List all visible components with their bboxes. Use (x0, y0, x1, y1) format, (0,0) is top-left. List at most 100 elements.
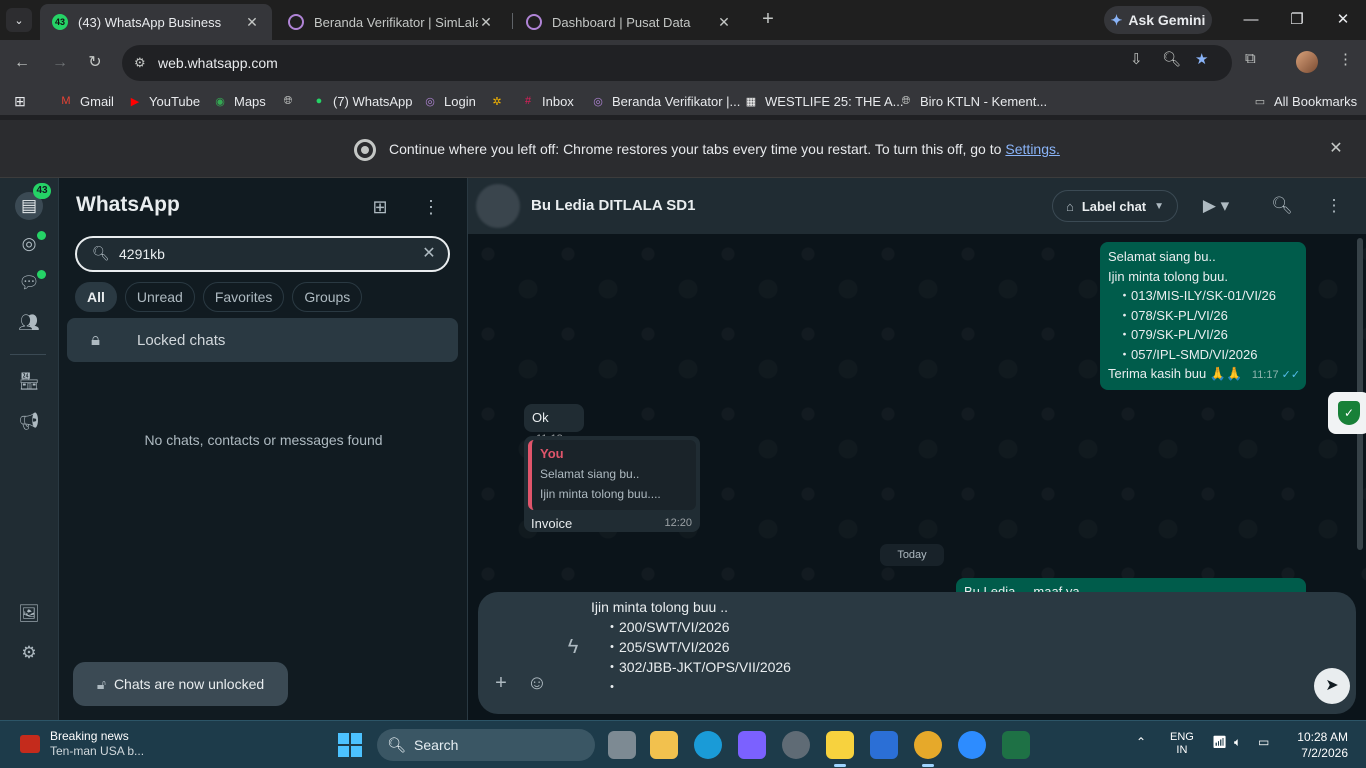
apps-icon[interactable]: ⊞ (12, 92, 34, 110)
back-icon[interactable]: ← (10, 51, 34, 75)
catalog-icon[interactable]: 🏪︎ (17, 370, 41, 394)
bookmark-youtube[interactable]: ▶ YouTube (127, 92, 200, 110)
composer-line: ・205/SWT/VI/2026 (605, 639, 730, 655)
camera-icon[interactable] (782, 731, 810, 759)
quote-author: You (540, 446, 564, 461)
bookmark-maps[interactable]: ◉ Maps (212, 92, 266, 110)
edge-icon[interactable] (694, 731, 722, 759)
site-info-icon[interactable]: ⚙ (134, 55, 150, 71)
chrome-taskbar-icon[interactable] (914, 731, 942, 767)
file-explorer-icon[interactable] (650, 731, 678, 759)
media-icon[interactable]: 🖼︎ (17, 602, 41, 626)
browser-tab-strip: ⌄ 43 (43) WhatsApp Business ✕ Beranda Ve… (0, 0, 1366, 40)
close-window-icon[interactable]: ✕ (1328, 8, 1358, 32)
profile-avatar[interactable] (1296, 51, 1318, 73)
minimize-icon[interactable]: — (1236, 8, 1266, 32)
message-incoming[interactable]: Ok 11:18 (524, 404, 584, 445)
address-bar[interactable]: ⚙ web.whatsapp.com (122, 45, 1232, 81)
app-icon[interactable] (738, 731, 766, 759)
bookmark-biro-ktln[interactable]: 🌐︎ Biro KTLN - Kement... (898, 92, 1048, 110)
contact-name[interactable]: Bu Ledia DITLALA SD1 (531, 197, 695, 214)
clear-search-icon[interactable]: ✕ (419, 243, 439, 263)
filter-unread[interactable]: Unread (124, 282, 195, 312)
bookmark-inbox[interactable]: # Inbox (520, 92, 574, 110)
bookmark-pinwheel[interactable]: ✲ (489, 92, 511, 110)
zoom-app-icon[interactable] (958, 731, 986, 759)
tray-overflow-icon[interactable]: ⌃ (1136, 735, 1146, 749)
bookmark-star-icon[interactable]: ★ (1195, 50, 1208, 68)
simlala-tab-icon (526, 14, 542, 30)
extensions-icon[interactable]: ⧉ (1245, 50, 1256, 67)
bookmark-gmail[interactable]: M Gmail (58, 92, 114, 110)
infobar-close-icon[interactable]: ✕ (1326, 138, 1346, 158)
outlook-icon[interactable] (870, 731, 898, 759)
filter-favorites[interactable]: Favorites (202, 282, 285, 312)
folder-icon: ▭ (1254, 95, 1266, 108)
bookmark-westlife[interactable]: ▦ WESTLIFE 25: THE A... (743, 92, 904, 110)
unread-badge: 43 (33, 183, 51, 199)
message-incoming-reply[interactable]: You Selamat siang bu.. Ijin minta tolong… (524, 436, 700, 532)
volume-icon[interactable]: 🔈︎ (1234, 735, 1241, 750)
tab-pusat-data[interactable]: Dashboard | Pusat Data ✕ (514, 4, 744, 40)
tab-search-button[interactable]: ⌄ (6, 8, 32, 32)
tab-whatsapp[interactable]: 43 (43) WhatsApp Business ✕ (40, 4, 272, 40)
new-chat-icon[interactable]: ⊞ (368, 195, 392, 219)
battery-icon[interactable]: ▭ (1258, 735, 1269, 749)
contact-avatar[interactable] (476, 184, 520, 228)
send-icon[interactable]: ➤ (1314, 668, 1350, 704)
new-tab-button[interactable]: + (756, 8, 780, 32)
security-extension-badge[interactable]: ✓ (1328, 392, 1366, 434)
search-input[interactable] (119, 244, 399, 264)
sticker-icon[interactable]: ☺ (524, 672, 550, 695)
message-line: ・079/SK-PL/VI/26 (1118, 327, 1228, 342)
quoted-message[interactable]: You Selamat siang bu.. Ijin minta tolong… (528, 440, 696, 510)
composer-input[interactable]: Ijin minta tolong buu .. ・200/SWT/VI/202… (591, 597, 1191, 697)
task-view-icon[interactable] (608, 731, 636, 759)
taskbar-search[interactable]: 🔍︎ Search (377, 729, 595, 761)
bookmark-globe[interactable]: 🌐︎ (280, 92, 302, 110)
close-tab-icon[interactable]: ✕ (478, 14, 494, 31)
restore-icon[interactable]: ❐ (1282, 8, 1312, 32)
reload-icon[interactable]: ↻ (83, 51, 107, 75)
windows-start-icon[interactable] (338, 733, 362, 757)
menu-icon[interactable]: ⋮ (419, 195, 443, 219)
search-icon: 🔍︎ (387, 737, 407, 754)
menu-icon[interactable]: ⋮ (1322, 194, 1346, 218)
zoom-icon[interactable]: 🔍︎ (1162, 50, 1181, 68)
video-call-icon[interactable]: ▶︎ ▾ (1196, 194, 1236, 218)
advertise-icon[interactable]: 📢︎ (17, 410, 41, 434)
all-bookmarks[interactable]: ▭ All Bookmarks (1252, 92, 1357, 110)
forward-icon[interactable]: → (48, 51, 72, 75)
bookmark-whatsapp[interactable]: ● (7) WhatsApp (311, 92, 413, 110)
attach-plus-icon[interactable]: + (488, 672, 514, 695)
install-app-icon[interactable]: ⇩ (1130, 50, 1143, 68)
language-indicator[interactable]: ENG IN (1170, 731, 1194, 757)
search-icon[interactable]: 🔍︎ (1270, 194, 1294, 218)
bookmarks-bar: ⊞ M Gmail ▶ YouTube ◉ Maps 🌐︎ ● (7) WhatsApp… (0, 86, 1366, 116)
wifi-icon[interactable]: 📶︎ (1212, 735, 1227, 749)
chrome-menu-icon[interactable]: ⋮ (1338, 50, 1353, 68)
communities-icon[interactable]: 👥︎ (17, 311, 41, 335)
clock-date: 7/2/2026 (1301, 746, 1348, 760)
filter-all[interactable]: All (75, 282, 117, 312)
quick-reply-icon[interactable]: ϟ (560, 636, 586, 659)
bookmark-beranda[interactable]: ◎ Beranda Verifikator |... (590, 92, 740, 110)
locked-chats-row[interactable]: 🔒︎ Locked chats (67, 318, 458, 362)
label-chat-button[interactable]: ⌂ Label chat ▼ (1052, 190, 1178, 222)
excel-icon[interactable] (1002, 731, 1030, 759)
bookmark-login[interactable]: ◎ Login (422, 92, 476, 110)
message-line: Terima kasih buu 🙏🙏 (1108, 366, 1243, 381)
label-icon: ⌂ (1065, 198, 1074, 214)
tab-simlala[interactable]: Beranda Verifikator | SimLala ✕ (276, 4, 506, 40)
filter-groups[interactable]: Groups (292, 282, 363, 312)
ask-gemini-button[interactable]: ✦ Ask Gemini (1104, 6, 1212, 34)
system-clock[interactable]: 10:28 AM 7/2/2026 (1288, 729, 1348, 761)
close-tab-icon[interactable]: ✕ (716, 14, 732, 31)
sticky-notes-icon[interactable] (826, 731, 854, 767)
chat-list-panel: WhatsApp ⊞ ⋮ 🔍︎ ✕ All Unread Favorites G… (59, 178, 468, 720)
news-subtitle: Ten-man USA b... (50, 744, 145, 758)
settings-link[interactable]: Settings. (1005, 141, 1059, 157)
settings-icon[interactable]: ⚙ (17, 641, 41, 665)
message-outgoing[interactable]: Selamat siang bu.. Ijin minta tolong buu… (1100, 242, 1306, 390)
close-tab-icon[interactable]: ✕ (244, 14, 260, 31)
